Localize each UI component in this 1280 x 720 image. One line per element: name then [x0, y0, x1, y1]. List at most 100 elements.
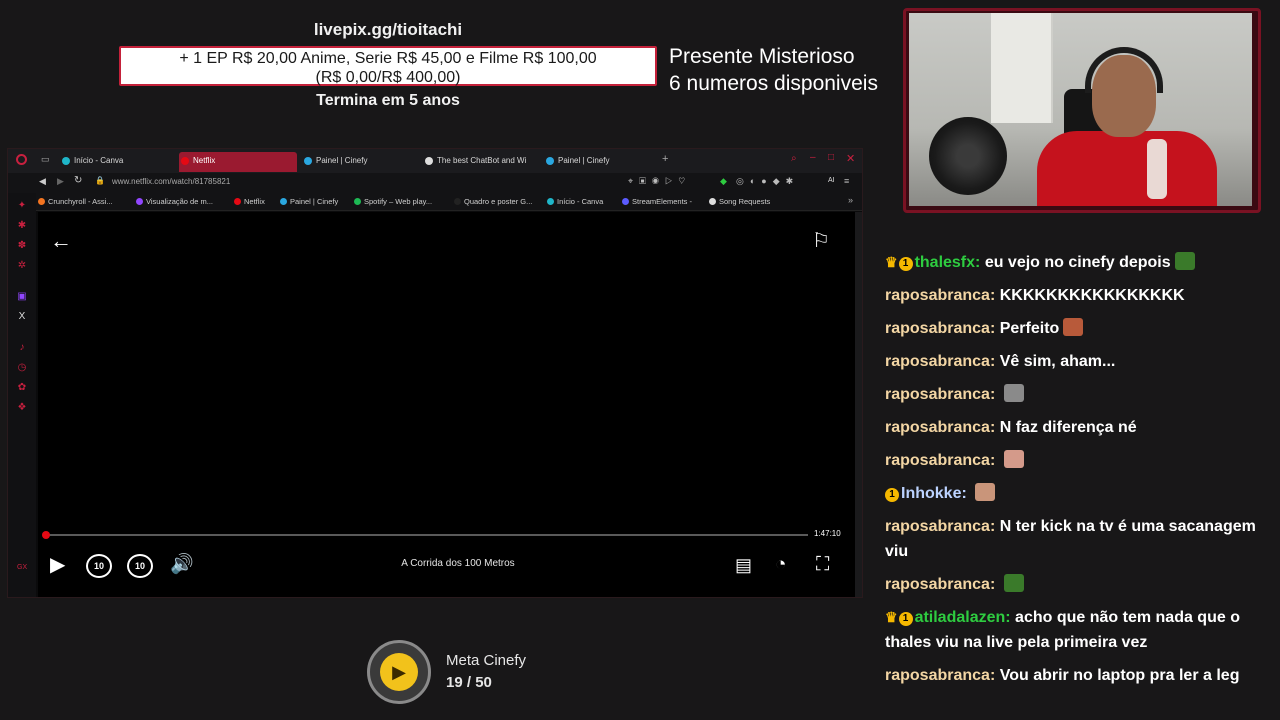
chat-username-colon: :: [989, 353, 1000, 370]
sidebar-extension-icon[interactable]: ❖: [17, 403, 27, 413]
chat-username[interactable]: atiladalazen: [915, 609, 1006, 626]
chat-username[interactable]: Inhokke: [901, 485, 961, 502]
time-remaining: 1:47:10: [814, 529, 841, 538]
sidebar-home-icon[interactable]: ✦: [17, 201, 27, 211]
sidebar-gx-icon[interactable]: GX: [17, 563, 27, 573]
chat-text: KKKKKKKKKKKKKKKK: [999, 287, 1185, 304]
chat-username[interactable]: raposabranca: [885, 287, 990, 304]
bookmark-netflix[interactable]: Netflix: [234, 197, 265, 206]
tab-canva[interactable]: Início - Canva: [60, 152, 178, 172]
search-icon[interactable]: ⌕: [791, 153, 797, 164]
skip-back-10-icon[interactable]: 10: [86, 554, 112, 578]
chat-message: raposabranca:: [885, 572, 1265, 597]
chat-message: raposabranca: Vou abrir no laptop pra le…: [885, 663, 1265, 688]
chat-message: ♛ 1 atiladalazen: acho que não tem nada qu…: [885, 605, 1265, 655]
subtitles-icon[interactable]: ▤: [735, 554, 752, 576]
chat-username-colon: :: [989, 287, 1000, 304]
sidebar-settings-icon[interactable]: ✲: [17, 261, 27, 271]
chat-username[interactable]: raposabranca: [885, 518, 990, 535]
maximize-icon[interactable]: □: [828, 152, 834, 163]
progress-bar[interactable]: [42, 531, 808, 539]
chat-username-colon: :: [989, 452, 1000, 469]
chat-username[interactable]: raposabranca: [885, 667, 990, 684]
chat-username-colon: :: [961, 485, 972, 502]
bookmark-spotify[interactable]: Spotify – Web play...: [354, 197, 432, 206]
mystery-subtitle: 6 numeros disponiveis: [669, 72, 878, 95]
close-icon[interactable]: ✕: [846, 152, 855, 165]
report-flag-icon[interactable]: ⚐: [812, 228, 830, 253]
sidebar-history-icon[interactable]: ✽: [17, 241, 27, 251]
bookmarks-overflow-icon[interactable]: »: [848, 195, 853, 205]
chat-username[interactable]: raposabranca: [885, 576, 990, 593]
video-player[interactable]: ← ⚐ 1:47:10 ▶ 10 10 🔊 A Corrida dos 100 …: [38, 212, 856, 597]
forward-nav-icon[interactable]: ▶: [57, 176, 64, 187]
menu-icon[interactable]: ≡: [844, 176, 849, 186]
chat-username-colon: :: [989, 667, 1000, 684]
netflix-favicon-icon: [181, 157, 189, 165]
bookmark-streamelements[interactable]: StreamElements -: [622, 197, 692, 206]
progress-scrubber[interactable]: [42, 531, 51, 539]
crown-badge-icon: ♛: [885, 609, 898, 625]
chat-username[interactable]: thalesfx: [915, 254, 975, 271]
cinefy-favicon-icon: [304, 157, 312, 165]
chat-emote-icon: [1003, 384, 1024, 402]
bookmark-quadro[interactable]: Quadro e poster G...: [454, 197, 532, 206]
play-icon[interactable]: ▶: [50, 554, 65, 576]
ai-button[interactable]: AI: [828, 177, 835, 184]
url-field[interactable]: www.netflix.com/watch/81785821: [112, 177, 230, 186]
volume-icon[interactable]: 🔊: [170, 554, 194, 576]
mystery-gift: Presente Misterioso 6 numeros disponivei…: [669, 43, 878, 97]
sidebar-clock-icon[interactable]: ◷: [17, 363, 27, 373]
chat-text: N faz diferença né: [999, 419, 1137, 436]
sidebar-bookmark-icon[interactable]: ✱: [17, 221, 27, 231]
subscriber-badge-icon: 1: [885, 488, 899, 502]
extension-more-icons[interactable]: ◎◐●◆✱: [736, 176, 799, 187]
new-tab-icon[interactable]: +: [662, 153, 668, 165]
meta-progress: 19 / 50: [446, 674, 492, 691]
extension-green-icon[interactable]: ◆: [720, 176, 727, 187]
microphone: [1147, 139, 1167, 199]
browser-window: ▭ Início - Canva Netflix Painel | Cinefy…: [7, 148, 863, 598]
tab-chatbot[interactable]: The best ChatBot and Wi: [423, 152, 541, 172]
sidebar-x-icon[interactable]: X: [17, 312, 27, 322]
chat-username[interactable]: raposabranca: [885, 320, 990, 337]
chat-username-colon: :: [989, 320, 1000, 337]
extension-icons[interactable]: ⌖▣◉▷♡: [628, 176, 691, 187]
chat-text: eu vejo no cinefy depois: [984, 254, 1171, 271]
chat-username[interactable]: raposabranca: [885, 452, 990, 469]
chat-panel: ♛ 1 thalesfx: eu vejo no cinefy depois rapo…: [885, 250, 1265, 696]
browser-sidebar: ✦ ✱ ✽ ✲ ▣ X ♪ ◷ ✿ ❖ GX: [8, 193, 36, 597]
browser-scrollbar[interactable]: [855, 212, 862, 597]
chat-text: Vê sim, aham...: [999, 353, 1116, 370]
minimize-icon[interactable]: –: [810, 152, 816, 163]
bookmark-crunchyroll[interactable]: Crunchyroll - Assi...: [38, 197, 113, 206]
workspaces-icon[interactable]: ▭: [41, 154, 50, 165]
skip-forward-10-icon[interactable]: 10: [127, 554, 153, 578]
chat-username[interactable]: raposabranca: [885, 419, 990, 436]
subscriber-badge-icon: 1: [898, 257, 913, 271]
tab-cinefy[interactable]: Painel | Cinefy: [302, 152, 420, 172]
chat-message: 1 Inhokke:: [885, 481, 1265, 506]
sidebar-music-icon[interactable]: ♪: [17, 343, 27, 353]
chat-username[interactable]: raposabranca: [885, 353, 990, 370]
sidebar-twitch-icon[interactable]: ▣: [17, 292, 27, 302]
tab-cinefy-2[interactable]: Painel | Cinefy: [544, 152, 654, 172]
bookmark-song-requests[interactable]: Song Requests: [709, 197, 770, 206]
sidebar-game-icon[interactable]: ✿: [17, 383, 27, 393]
playback-speed-icon[interactable]: ◔: [775, 554, 786, 576]
chat-username[interactable]: raposabranca: [885, 386, 990, 403]
shelf: [991, 13, 1053, 123]
chatbot-favicon-icon: [425, 157, 433, 165]
bookmark-canva[interactable]: Início - Canva: [547, 197, 603, 206]
browser-logo-icon[interactable]: [16, 154, 27, 165]
reload-icon[interactable]: ↻: [74, 175, 82, 186]
back-arrow-icon[interactable]: ←: [50, 228, 72, 254]
subscriber-badge-icon: 1: [898, 612, 913, 626]
fullscreen-icon[interactable]: ⛶: [816, 554, 829, 576]
bookmark-twitch[interactable]: Visualização de m...: [136, 197, 213, 206]
bookmark-cinefy[interactable]: Painel | Cinefy: [280, 197, 338, 206]
chat-emote-icon: [1003, 574, 1024, 592]
tab-netflix[interactable]: Netflix: [179, 152, 297, 172]
back-nav-icon[interactable]: ◀: [39, 176, 46, 187]
canva-favicon-icon: [62, 157, 70, 165]
